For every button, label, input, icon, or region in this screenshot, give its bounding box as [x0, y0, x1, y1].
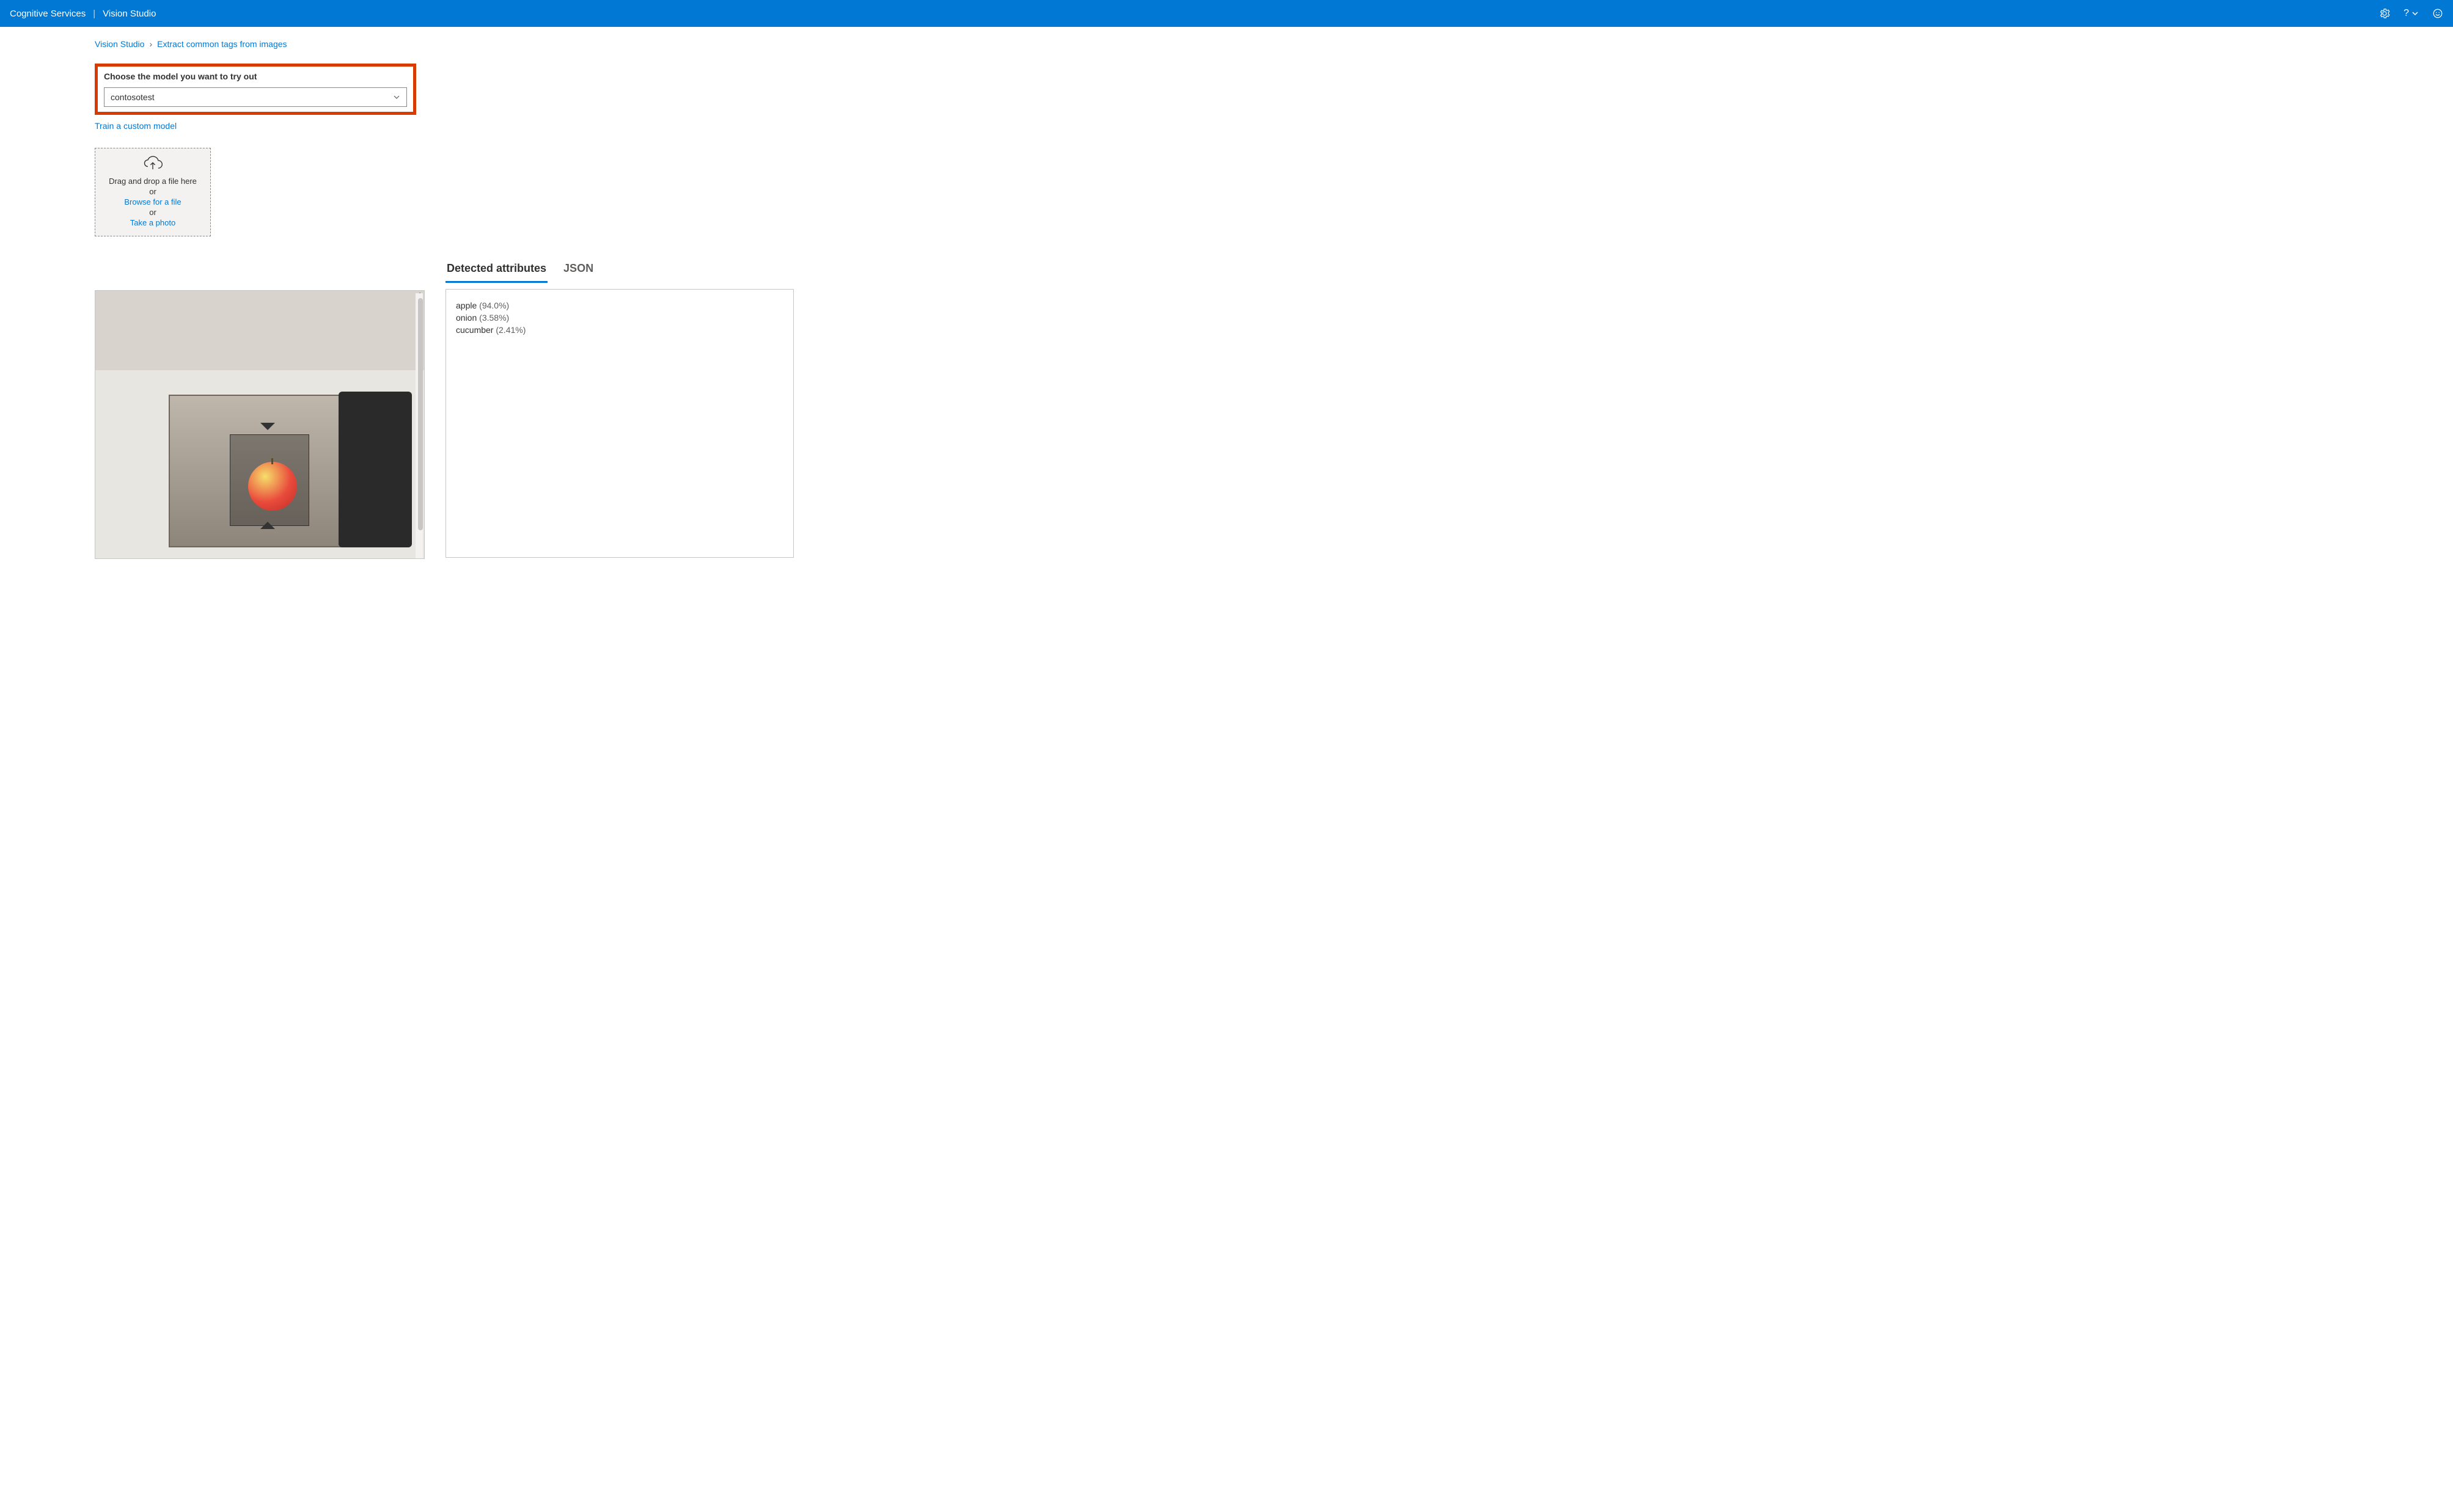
app-header: Cognitive Services | Vision Studio ? — [0, 0, 2453, 27]
dropzone-drag-text: Drag and drop a file here — [100, 177, 205, 186]
results-tabs: Detected attributes JSON — [446, 258, 2358, 283]
image-preview-box: ▲ — [95, 290, 425, 559]
cloud-upload-icon — [142, 156, 164, 173]
breadcrumb: Vision Studio › Extract common tags from… — [95, 39, 2358, 49]
image-preview-column: ▲ — [95, 261, 425, 559]
take-photo-link[interactable]: Take a photo — [100, 218, 205, 227]
model-selected-value: contosotest — [111, 92, 155, 102]
result-row: cucumber (2.41%) — [456, 325, 783, 335]
results-box: apple (94.0%) onion (3.58%) cucumber (2.… — [446, 289, 794, 558]
header-divider: | — [93, 9, 95, 19]
result-name: onion — [456, 313, 477, 323]
result-name: apple — [456, 301, 477, 310]
service-name: Cognitive Services — [10, 9, 86, 19]
result-name: cucumber — [456, 325, 493, 335]
product-name: Vision Studio — [103, 9, 156, 19]
chevron-right-icon: › — [149, 39, 152, 49]
file-dropzone[interactable]: Drag and drop a file here or Browse for … — [95, 148, 211, 236]
train-custom-model-link[interactable]: Train a custom model — [95, 121, 177, 131]
browse-file-link[interactable]: Browse for a file — [100, 197, 205, 206]
result-confidence: (94.0%) — [479, 301, 509, 310]
model-chooser-label: Choose the model you want to try out — [104, 71, 407, 81]
result-confidence: (3.58%) — [479, 313, 509, 323]
dropzone-or-1: or — [100, 187, 205, 196]
question-icon: ? — [2404, 8, 2409, 19]
scrollbar-thumb[interactable] — [418, 298, 423, 530]
help-menu[interactable]: ? — [2404, 8, 2419, 19]
breadcrumb-root[interactable]: Vision Studio — [95, 39, 144, 49]
tab-detected-attributes[interactable]: Detected attributes — [446, 258, 548, 283]
results-row: ▲ Detected attributes JSON apple (94.0%)… — [95, 261, 2358, 559]
smiley-icon[interactable] — [2432, 8, 2443, 19]
model-select-dropdown[interactable]: contosotest — [104, 87, 407, 107]
result-row: onion (3.58%) — [456, 313, 783, 323]
header-actions: ? — [2379, 8, 2443, 19]
dropzone-or-2: or — [100, 208, 205, 217]
main-content: Vision Studio › Extract common tags from… — [0, 27, 2453, 571]
breadcrumb-current[interactable]: Extract common tags from images — [157, 39, 287, 49]
result-row: apple (94.0%) — [456, 301, 783, 310]
result-confidence: (2.41%) — [496, 325, 526, 335]
tab-json[interactable]: JSON — [562, 258, 595, 283]
chevron-down-icon — [2411, 10, 2419, 17]
chevron-down-icon — [393, 93, 400, 101]
model-chooser-highlight: Choose the model you want to try out con… — [95, 64, 416, 115]
header-title-group: Cognitive Services | Vision Studio — [10, 9, 156, 19]
results-panel: Detected attributes JSON apple (94.0%) o… — [446, 261, 2358, 558]
gear-icon[interactable] — [2379, 8, 2390, 19]
preview-image — [95, 291, 424, 558]
